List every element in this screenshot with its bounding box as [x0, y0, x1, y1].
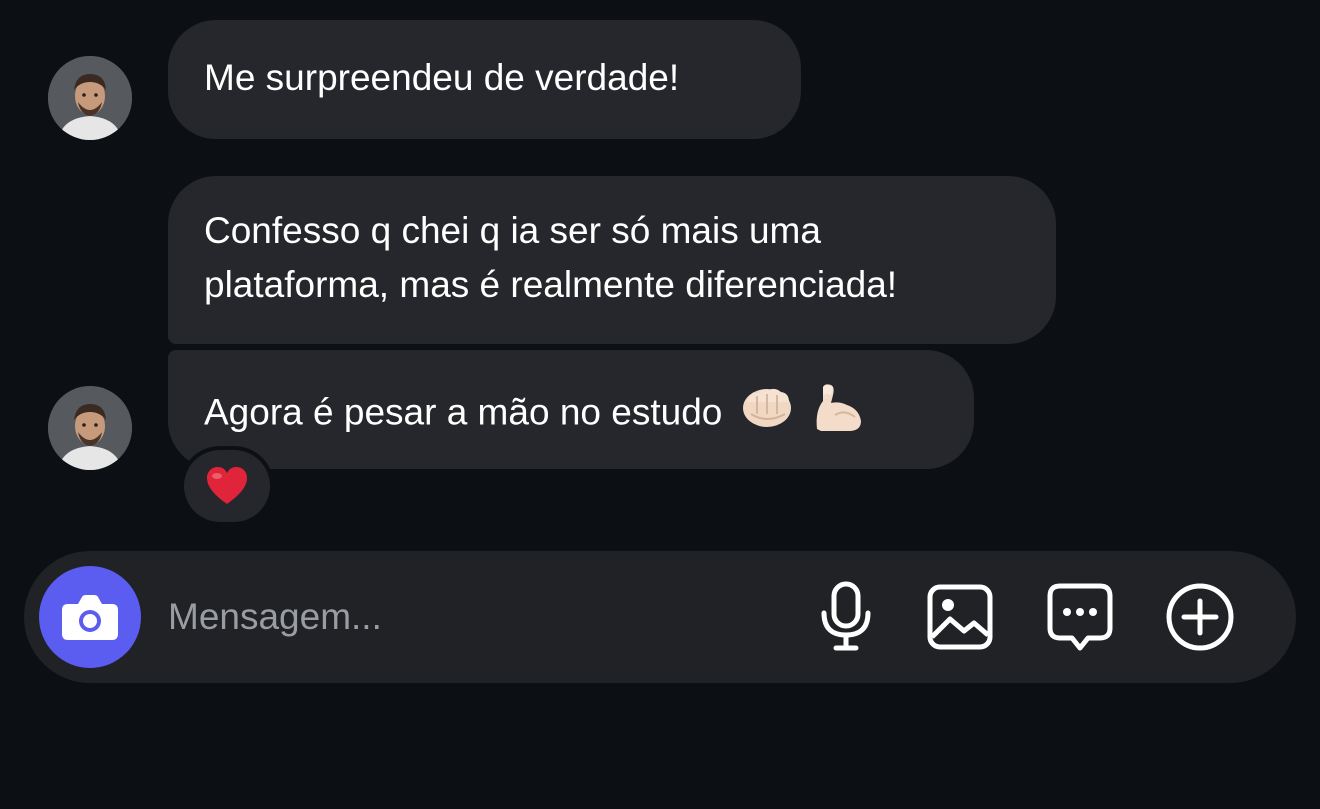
red-heart-icon [207, 467, 247, 504]
sticker-message-button[interactable] [1044, 581, 1116, 653]
message-reaction[interactable] [180, 446, 274, 526]
message-text-line: Confesso q chei q ia ser só mais uma [204, 210, 821, 251]
avatar-photo [48, 386, 132, 470]
image-icon [927, 584, 993, 650]
message-text: Me surpreendeu de verdade! [204, 57, 680, 98]
flexed-biceps-icon [809, 381, 865, 448]
message-input[interactable] [168, 587, 768, 647]
sender-avatar[interactable] [48, 386, 132, 470]
plus-circle-icon [1166, 583, 1234, 651]
message-composer [24, 551, 1296, 683]
message-bubble[interactable]: Confesso q chei q ia ser só mais uma pla… [168, 176, 1056, 344]
add-button[interactable] [1164, 581, 1236, 653]
camera-icon [62, 595, 118, 640]
microphone-icon [821, 581, 871, 651]
microphone-button[interactable] [810, 581, 882, 653]
reaction-pill [184, 450, 270, 522]
message-text-line: plataforma, mas é realmente diferenciada… [204, 264, 898, 305]
sender-avatar[interactable] [48, 56, 132, 140]
chat-screen: Me surpreendeu de verdade! Confesso q ch… [0, 0, 1320, 809]
oncoming-fist-icon [741, 384, 793, 445]
chat-bubble-icon [1047, 583, 1113, 651]
message-text: Agora é pesar a mão no estudo [204, 391, 723, 433]
message-bubble[interactable]: Agora é pesar a mão no estudo [168, 350, 974, 469]
gallery-button[interactable] [924, 581, 996, 653]
camera-button[interactable] [39, 566, 141, 668]
message-bubble[interactable]: Me surpreendeu de verdade! [168, 20, 801, 139]
avatar-photo [48, 56, 132, 140]
